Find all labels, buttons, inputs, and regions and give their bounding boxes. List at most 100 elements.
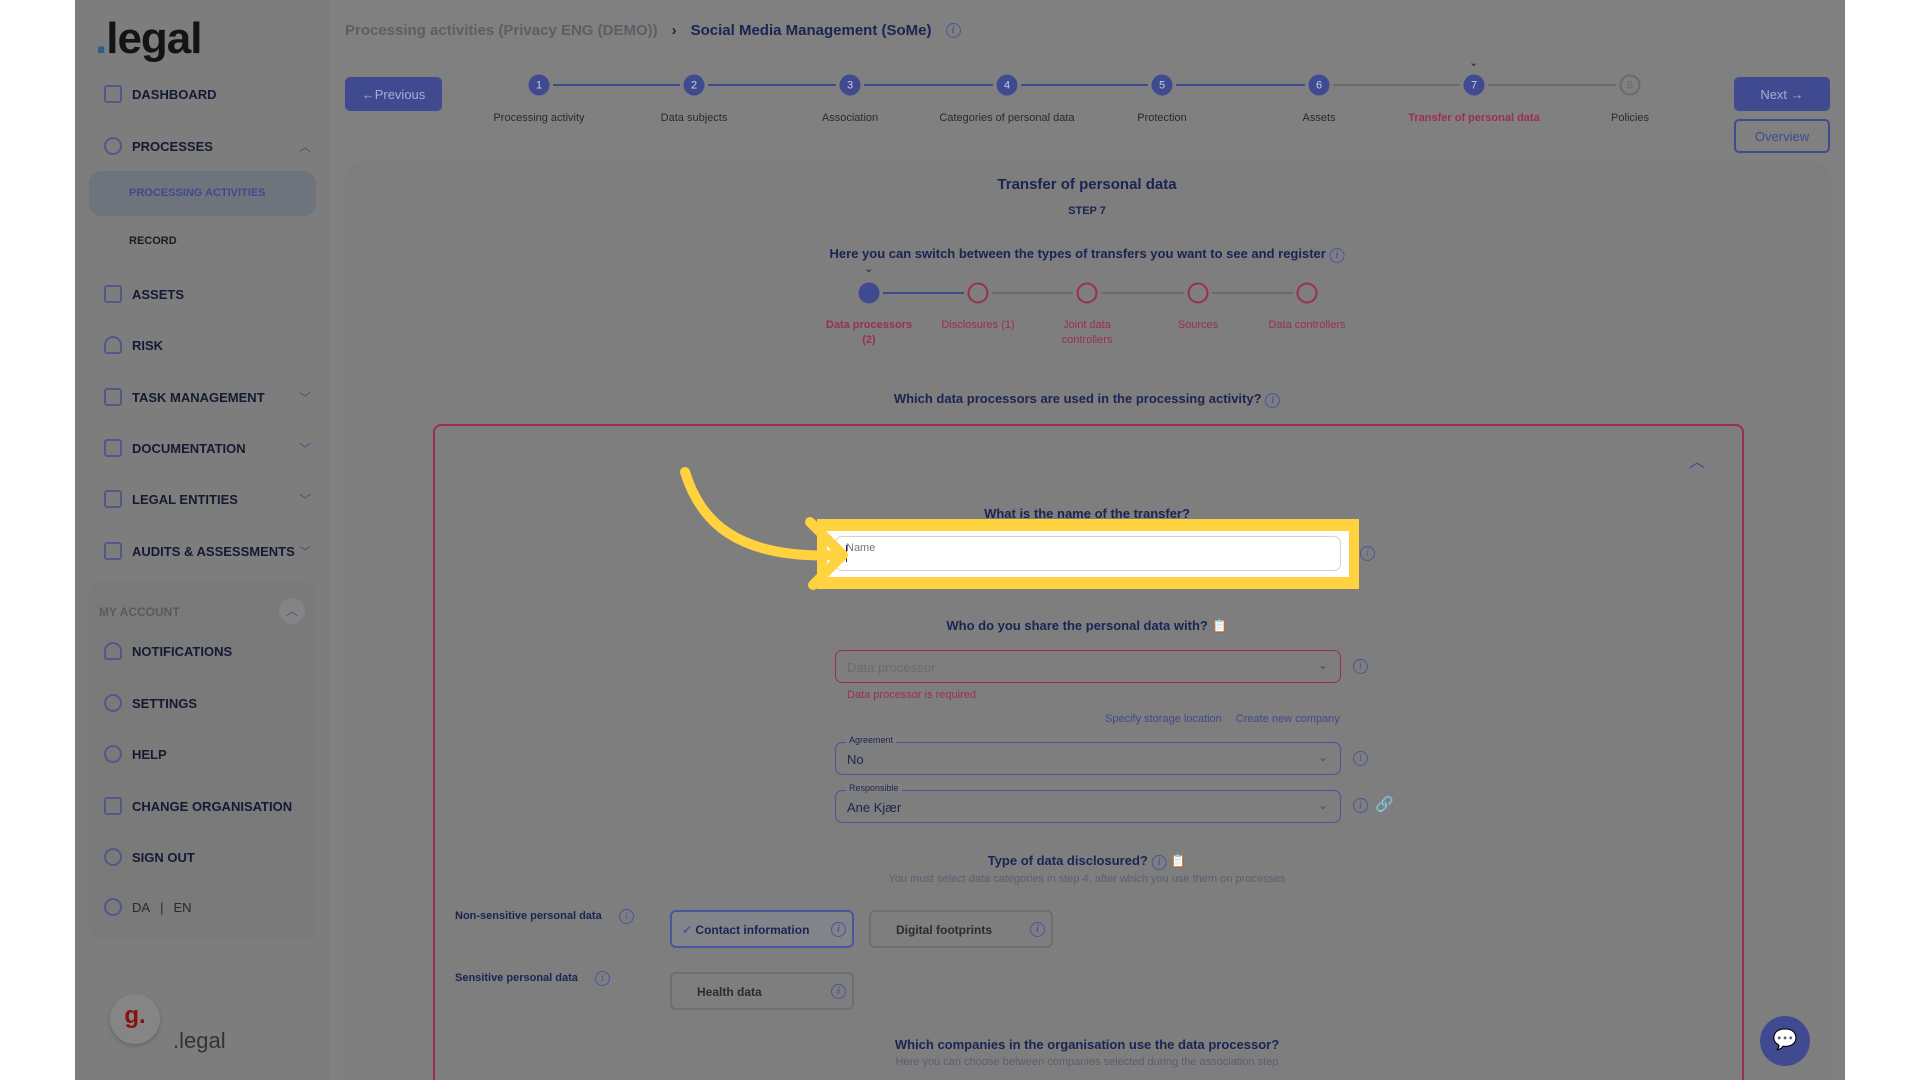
type-connector	[883, 292, 964, 294]
chevron-down-icon[interactable]: ﹀	[299, 491, 311, 508]
link-icon[interactable]: 🔗	[1375, 795, 1394, 813]
step-5[interactable]: 5	[1151, 74, 1173, 96]
create-company-link[interactable]: Create new company	[1236, 713, 1340, 725]
step-connector	[553, 84, 680, 86]
step-3[interactable]: 3	[839, 74, 861, 96]
transfer-type-1[interactable]	[967, 282, 989, 304]
switch-icon	[104, 797, 122, 815]
transfer-type-label[interactable]: Data processors (2)	[824, 318, 914, 348]
sidebar-item-assets[interactable]: ASSETS	[104, 285, 184, 303]
tasks-icon	[104, 388, 122, 406]
info-icon[interactable]: i	[945, 23, 961, 38]
step-connector	[1333, 84, 1460, 86]
sidebar-item-dashboard[interactable]: DASHBOARD	[104, 85, 217, 103]
bell-icon	[104, 642, 122, 660]
transfer-type-label[interactable]: Data controllers	[1262, 318, 1352, 333]
breadcrumb: Processing activities (Privacy ENG (DEMO…	[345, 22, 961, 39]
transfer-type-2[interactable]	[1076, 282, 1098, 304]
info-icon[interactable]: i	[1030, 922, 1045, 937]
step-7[interactable]: 7	[1463, 74, 1485, 96]
chip-digital-footprints[interactable]: Digital footprints i	[869, 910, 1053, 948]
chevron-down-icon[interactable]: ﹀	[299, 440, 311, 457]
info-icon[interactable]: i	[831, 984, 846, 999]
chip-health-data[interactable]: Health data i	[670, 972, 854, 1010]
transfer-type-4[interactable]	[1296, 282, 1318, 304]
card-title: Transfer of personal data	[997, 176, 1177, 193]
step-2[interactable]: 2	[683, 74, 705, 96]
step-label: Association	[821, 112, 879, 124]
info-icon[interactable]: i	[1353, 798, 1368, 813]
previous-button[interactable]: ← Previous	[345, 77, 442, 111]
transfer-name-input[interactable]	[836, 537, 1340, 570]
share-question: Who do you share the personal data with?…	[946, 618, 1228, 633]
type-subtitle: You must select data categories in step …	[888, 873, 1286, 885]
step-4[interactable]: 4	[996, 74, 1018, 96]
transfer-type-label[interactable]: Sources	[1153, 318, 1243, 333]
app-window: .legal DASHBOARD PROCESSES ︿ PROCESSING …	[75, 0, 1845, 1080]
processors-question: Which data processors are used in the pr…	[894, 391, 1281, 408]
chevron-down-icon[interactable]: ﹀	[299, 543, 311, 560]
clipboard-icon[interactable]: 📋	[1211, 618, 1227, 633]
transfer-type-label[interactable]: Disclosures (1)	[933, 318, 1023, 333]
overview-button[interactable]: Overview	[1734, 119, 1830, 153]
specify-storage-link[interactable]: Specify storage location	[1105, 713, 1222, 725]
chevron-up-icon[interactable]: ︿	[279, 598, 305, 624]
logo[interactable]: .legal	[95, 14, 203, 64]
type-question: Type of data disclosured? i 📋	[987, 853, 1187, 870]
step-connector	[864, 84, 993, 86]
building-icon	[104, 490, 122, 508]
info-icon[interactable]: i	[1353, 751, 1368, 766]
step-6[interactable]: 6	[1308, 74, 1330, 96]
step-8[interactable]: 8	[1619, 74, 1641, 96]
lang-en[interactable]: EN	[173, 900, 191, 915]
sidebar-item-documentation[interactable]: DOCUMENTATION	[104, 439, 246, 457]
check-icon: ✓	[682, 923, 693, 937]
breadcrumb-parent[interactable]: Processing activities (Privacy ENG (DEMO…	[345, 22, 658, 39]
language-switcher: DA | EN	[104, 898, 192, 916]
chevron-down-icon: ⌄	[864, 263, 874, 275]
step-label: Protection	[1137, 112, 1187, 124]
info-icon[interactable]: i	[831, 922, 846, 937]
sidebar-item-change-organisation[interactable]: CHANGE ORGANISATION	[104, 797, 292, 815]
sidebar-item-notifications[interactable]: NOTIFICATIONS	[104, 642, 232, 660]
transfer-type-label[interactable]: Joint data controllers	[1042, 318, 1132, 348]
agreement-select[interactable]: Agreement No ⌄	[835, 735, 1341, 775]
chat-button[interactable]: 💬	[1760, 1016, 1810, 1066]
info-icon[interactable]: i	[1265, 393, 1281, 408]
info-icon[interactable]: i	[1329, 248, 1345, 263]
sidebar-item-help[interactable]: HELP	[104, 745, 167, 763]
step-label: Categories of personal data	[939, 112, 1075, 124]
sidebar-item-sign-out[interactable]: SIGN OUT	[104, 848, 195, 866]
sidebar-item-audits[interactable]: AUDITS & ASSESSMENTS	[104, 542, 295, 560]
lang-da[interactable]: DA	[132, 900, 150, 915]
chip-contact-information[interactable]: ✓ Contact information i	[670, 910, 854, 948]
clipboard-icon[interactable]: 📋	[1170, 853, 1186, 868]
info-icon[interactable]: i	[1151, 855, 1167, 870]
next-button[interactable]: Next →	[1734, 77, 1830, 111]
transfer-type-3[interactable]	[1187, 282, 1209, 304]
step-1[interactable]: 1	[528, 74, 550, 96]
chevron-down-icon[interactable]: ﹀	[299, 389, 311, 406]
sidebar-item-task-management[interactable]: TASK MANAGEMENT	[104, 388, 265, 406]
sidebar-item-legal-entities[interactable]: LEGAL ENTITIES	[104, 490, 238, 508]
footer-logo: .legal	[173, 1028, 226, 1053]
nonsensitive-label: Non-sensitive personal data	[455, 910, 602, 922]
chevron-up-icon[interactable]: ︿	[299, 138, 311, 155]
data-processor-select[interactable]: Data processor ⌄	[835, 650, 1341, 683]
info-icon[interactable]: i	[1360, 546, 1375, 561]
arrow-annotation	[680, 467, 848, 590]
globe-icon	[104, 898, 122, 916]
responsible-select[interactable]: Responsible Ane Kjær ⌄	[835, 783, 1341, 823]
transfer-type-0[interactable]	[858, 282, 880, 304]
chevron-down-icon: ⌄	[1317, 750, 1328, 764]
sidebar-item-processes[interactable]: PROCESSES	[104, 137, 213, 155]
sidebar-item-record[interactable]: RECORD	[129, 235, 177, 247]
sidebar-item-processing-activities[interactable]: PROCESSING ACTIVITIES	[89, 171, 316, 216]
sidebar-item-settings[interactable]: SETTINGS	[104, 694, 197, 712]
info-icon[interactable]: i	[619, 909, 634, 924]
info-icon[interactable]: i	[1353, 659, 1368, 674]
step-connector	[1488, 84, 1616, 86]
info-icon[interactable]: i	[595, 971, 610, 986]
sidebar-item-risk[interactable]: RISK	[104, 336, 163, 354]
collapse-chevron-up-icon[interactable]: ︿	[1689, 448, 1705, 472]
